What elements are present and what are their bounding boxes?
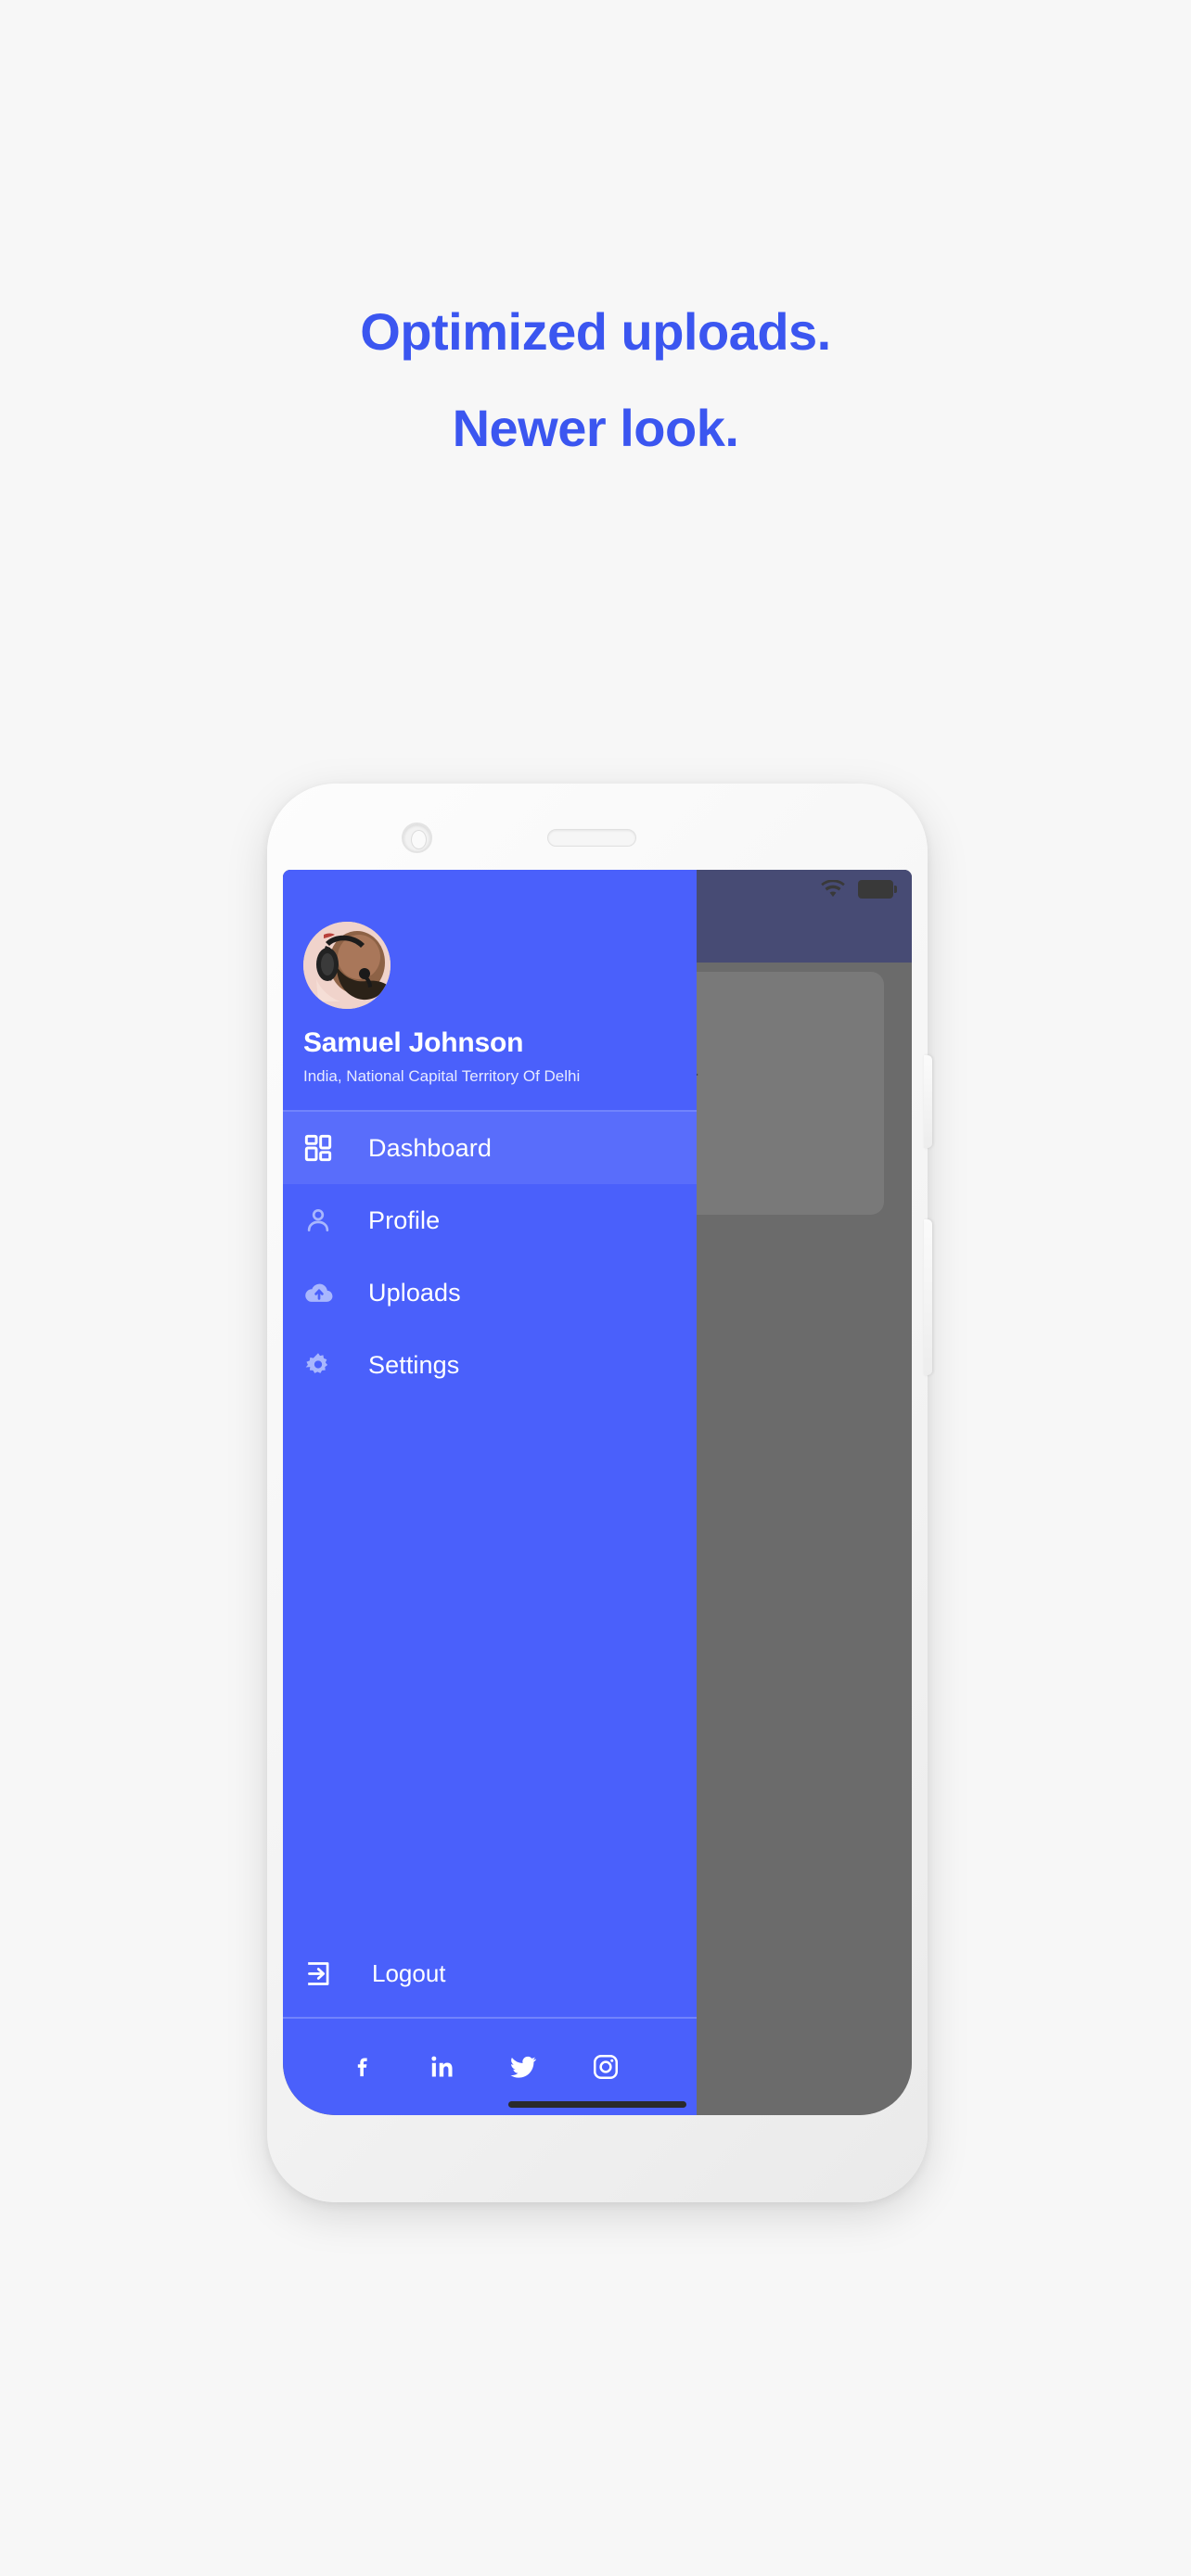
sidebar-item-label: Uploads xyxy=(368,1278,461,1307)
drawer-profile-section: Samuel Johnson India, National Capital T… xyxy=(283,870,697,1112)
drawer-nav-list: Dashboard Profile Uploads Settings xyxy=(283,1112,697,1401)
phone-mockup: there are no We will send there is a xyxy=(267,784,932,2202)
navigation-drawer: Samuel Johnson India, National Capital T… xyxy=(283,870,697,2115)
sidebar-item-uploads[interactable]: Uploads xyxy=(283,1256,697,1329)
front-camera-icon xyxy=(402,823,432,853)
dashboard-grid-icon xyxy=(303,1133,346,1163)
sidebar-item-label: Dashboard xyxy=(368,1133,492,1162)
facebook-icon[interactable] xyxy=(352,2053,376,2081)
marketing-page: Optimized uploads. Newer look. Samuel Jo… xyxy=(0,0,1191,2576)
twitter-icon[interactable] xyxy=(509,2053,538,2081)
home-indicator xyxy=(508,2101,686,2108)
headline-block: Optimized uploads. Newer look. xyxy=(0,306,1191,454)
logout-icon xyxy=(303,1959,346,1988)
logout-label: Logout xyxy=(372,1958,446,1987)
sidebar-item-label: Settings xyxy=(368,1350,460,1379)
phone-top-bezel xyxy=(267,784,928,871)
sidebar-item-label: Profile xyxy=(368,1205,441,1234)
gear-icon xyxy=(303,1350,346,1380)
profile-location: India, National Capital Territory Of Del… xyxy=(303,1067,581,1085)
headline-line-2: Newer look. xyxy=(452,399,739,457)
sidebar-item-dashboard[interactable]: Dashboard xyxy=(283,1112,697,1184)
person-icon xyxy=(303,1205,346,1235)
user-avatar[interactable] xyxy=(303,922,391,1009)
headline-line-1: Optimized uploads. xyxy=(360,302,831,361)
avatar-image xyxy=(303,922,391,1009)
linkedin-icon[interactable] xyxy=(429,2053,455,2081)
drawer-spacer xyxy=(283,1401,697,1930)
sidebar-item-profile[interactable]: Profile xyxy=(283,1184,697,1256)
phone-screen: there are no We will send there is a xyxy=(283,870,912,2115)
profile-name: Samuel Johnson xyxy=(303,1027,524,1058)
earpiece-speaker xyxy=(547,829,636,847)
power-button[interactable] xyxy=(924,1055,932,1148)
instagram-icon[interactable] xyxy=(592,2053,620,2081)
volume-button[interactable] xyxy=(924,1219,932,1375)
sidebar-item-settings[interactable]: Settings xyxy=(283,1329,697,1401)
cloud-upload-icon xyxy=(303,1277,346,1308)
logout-button[interactable]: Logout xyxy=(283,1930,697,2019)
